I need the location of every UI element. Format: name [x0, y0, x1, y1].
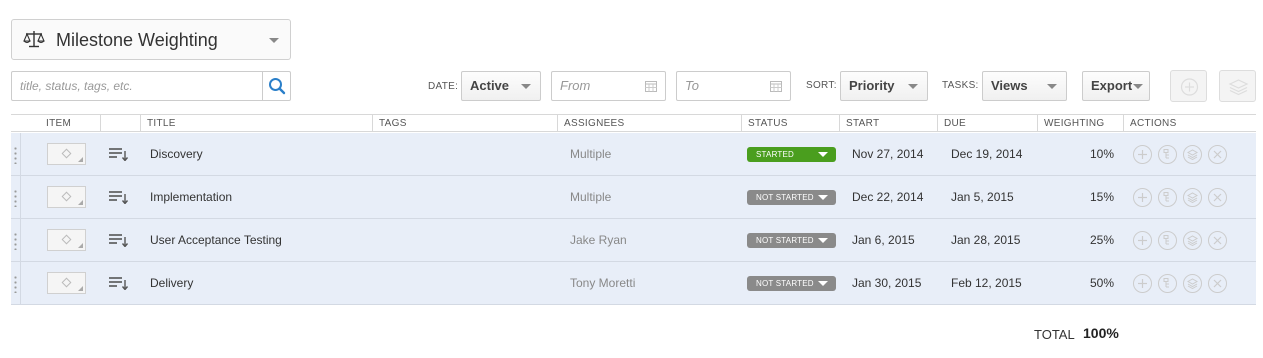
layers-row-button[interactable]	[1183, 274, 1202, 293]
layers-icon	[1187, 192, 1198, 203]
row-weighting[interactable]: 15%	[11, 176, 1114, 219]
plus-icon	[1138, 150, 1147, 159]
tasks-dropdown[interactable]: Views	[982, 71, 1067, 101]
column-header-title[interactable]: TITLE	[140, 115, 372, 132]
hierarchy-icon	[1163, 149, 1169, 159]
table-row[interactable]: User Acceptance Testing Jake Ryan NOT ST…	[11, 219, 1256, 262]
grid-header: ITEM TITLE TAGS ASSIGNEES STATUS START D…	[11, 114, 1256, 132]
scale-icon	[23, 31, 45, 48]
date-value: Active	[470, 78, 510, 93]
layers-icon	[1187, 149, 1198, 160]
close-icon	[1213, 279, 1222, 288]
table-row[interactable]: Discovery Multiple STARTED Nov 27, 2014 …	[11, 133, 1256, 176]
row-actions	[1133, 188, 1233, 208]
table-row[interactable]: Delivery Tony Moretti NOT STARTED Jan 30…	[11, 262, 1256, 305]
chevron-down-icon	[908, 84, 918, 89]
row-weighting[interactable]: 10%	[11, 133, 1114, 176]
view-selector[interactable]: Milestone Weighting	[11, 19, 291, 60]
column-header-actions: ACTIONS	[1123, 115, 1256, 132]
add-child-button[interactable]	[1133, 274, 1152, 293]
sort-dropdown[interactable]: Priority	[840, 71, 928, 101]
total-value: 100%	[1083, 325, 1119, 341]
search-button[interactable]	[262, 72, 290, 100]
hierarchy-button[interactable]	[1158, 231, 1177, 250]
date-label: DATE:	[428, 81, 459, 92]
search-input[interactable]	[12, 72, 263, 100]
export-label: Export	[1091, 78, 1133, 93]
row-weighting[interactable]: 25%	[11, 219, 1114, 262]
tasks-value: Views	[991, 78, 1028, 93]
calendar-icon	[770, 81, 782, 92]
export-button[interactable]: Export	[1082, 71, 1150, 101]
search-icon	[269, 78, 286, 95]
delete-button[interactable]	[1208, 145, 1227, 164]
plus-icon	[1138, 193, 1147, 202]
calendar-icon	[645, 81, 657, 92]
close-icon	[1213, 193, 1222, 202]
hierarchy-button[interactable]	[1158, 145, 1177, 164]
from-placeholder: From	[560, 78, 591, 93]
view-title: Milestone Weighting	[56, 30, 218, 50]
column-header-sort	[100, 115, 140, 132]
hierarchy-button[interactable]	[1158, 274, 1177, 293]
add-child-button[interactable]	[1133, 231, 1152, 250]
sort-value: Priority	[849, 78, 895, 93]
column-header-status[interactable]: STATUS	[741, 115, 839, 132]
chevron-down-icon	[1133, 84, 1143, 89]
column-header-start[interactable]: START	[839, 115, 937, 132]
row-actions	[1133, 145, 1233, 165]
search-box	[11, 71, 291, 101]
add-child-button[interactable]	[1133, 188, 1152, 207]
layers-row-button[interactable]	[1183, 145, 1202, 164]
hierarchy-button[interactable]	[1158, 188, 1177, 207]
from-date-input[interactable]: From	[551, 71, 666, 101]
layers-icon	[1187, 235, 1198, 246]
column-header-weighting[interactable]: WEIGHTING	[1037, 115, 1123, 132]
layers-icon	[1187, 278, 1198, 289]
table-row[interactable]: Implementation Multiple NOT STARTED Dec …	[11, 176, 1256, 219]
plus-icon	[1138, 279, 1147, 288]
row-weighting[interactable]: 50%	[11, 262, 1114, 305]
plus-icon	[1138, 236, 1147, 245]
hierarchy-icon	[1163, 235, 1169, 245]
column-header-due[interactable]: DUE	[937, 115, 1037, 132]
delete-button[interactable]	[1208, 274, 1227, 293]
add-milestone-button[interactable]	[1170, 70, 1207, 102]
chevron-down-icon	[1047, 84, 1057, 89]
close-icon	[1213, 150, 1222, 159]
to-date-input[interactable]: To	[676, 71, 791, 101]
column-header-assignees[interactable]: ASSIGNEES	[557, 115, 741, 132]
layers-row-button[interactable]	[1183, 231, 1202, 250]
close-icon	[1213, 236, 1222, 245]
add-child-button[interactable]	[1133, 145, 1152, 164]
delete-button[interactable]	[1208, 231, 1227, 250]
delete-button[interactable]	[1208, 188, 1227, 207]
row-actions	[1133, 274, 1233, 294]
hierarchy-icon	[1163, 192, 1169, 202]
column-header-tags[interactable]: TAGS	[372, 115, 557, 132]
layers-icon	[1228, 79, 1249, 96]
total-label: TOTAL	[1034, 327, 1075, 342]
date-dropdown[interactable]: Active	[461, 71, 541, 101]
chevron-down-icon	[521, 84, 531, 89]
to-placeholder: To	[685, 78, 699, 93]
layers-row-button[interactable]	[1183, 188, 1202, 207]
plus-circle-icon	[1180, 78, 1199, 96]
column-header-item[interactable]: ITEM	[11, 115, 100, 132]
tasks-label: TASKS:	[942, 80, 979, 91]
row-actions	[1133, 231, 1233, 251]
layers-button[interactable]	[1219, 70, 1256, 102]
hierarchy-icon	[1163, 278, 1169, 288]
sort-label: SORT:	[806, 80, 837, 91]
chevron-down-icon	[269, 38, 279, 43]
